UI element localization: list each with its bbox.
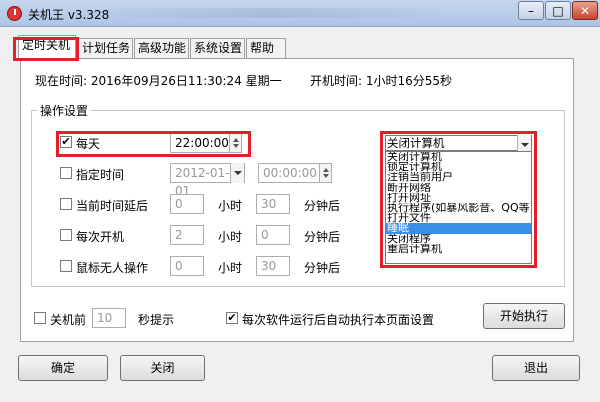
- before-shutdown-seconds-input[interactable]: 10: [92, 308, 126, 328]
- idle-minutes-input[interactable]: 30: [256, 256, 290, 276]
- boot-minutes-unit: 分钟后: [304, 230, 341, 244]
- delay-hours-unit: 小时: [218, 199, 243, 213]
- auto-apply-label: 每次软件运行后自动执行本页面设置: [242, 313, 435, 327]
- auto-apply-checkbox[interactable]: ✔: [226, 312, 238, 324]
- group-legend: 操作设置: [37, 102, 92, 119]
- start-button[interactable]: 开始执行: [483, 303, 565, 329]
- daily-row-highlight: [56, 131, 251, 157]
- current-time: 现在时间: 2016年09月26日11:30:24 星期一: [35, 74, 282, 88]
- before-shutdown-label: 关机前: [50, 313, 87, 327]
- boot-minutes-input[interactable]: 0: [256, 225, 290, 245]
- dropdown-highlight: [380, 131, 537, 268]
- power-icon: [7, 6, 22, 21]
- blurred-title-area: [90, 8, 450, 18]
- ok-button[interactable]: 确定: [18, 355, 108, 381]
- delay-hours-input[interactable]: 0: [170, 194, 204, 214]
- specific-time-checkbox[interactable]: [60, 167, 72, 179]
- boot-hours-unit: 小时: [218, 230, 243, 244]
- tab-schedule[interactable]: 计划任务: [78, 38, 133, 58]
- maximize-button[interactable]: □: [545, 1, 571, 20]
- tab-advanced[interactable]: 高级功能: [134, 38, 189, 58]
- idle-hours-input[interactable]: 0: [170, 256, 204, 276]
- seconds-hint-label: 秒提示: [138, 313, 175, 327]
- tab-help[interactable]: 帮助: [246, 38, 286, 58]
- delay-checkbox[interactable]: [60, 198, 72, 210]
- tab-highlight: [13, 37, 79, 61]
- exit-button[interactable]: 退出: [492, 355, 580, 381]
- idle-mouse-label: 鼠标无人操作: [76, 261, 149, 275]
- minimize-button[interactable]: –: [518, 1, 544, 20]
- specific-time-label: 指定时间: [76, 168, 125, 182]
- tab-system-settings[interactable]: 系统设置: [190, 38, 245, 58]
- idle-minutes-unit: 分钟后: [304, 261, 341, 275]
- delay-label: 当前时间延后: [76, 199, 149, 213]
- specific-time-spinner[interactable]: [319, 163, 332, 183]
- on-boot-checkbox[interactable]: [60, 229, 72, 241]
- idle-mouse-checkbox[interactable]: [60, 260, 72, 272]
- before-shutdown-checkbox[interactable]: [34, 312, 46, 324]
- boot-hours-input[interactable]: 2: [170, 225, 204, 245]
- delay-minutes-input[interactable]: 30: [256, 194, 290, 214]
- on-boot-label: 每次开机: [76, 230, 125, 244]
- specific-time-input[interactable]: 00:00:00: [258, 163, 320, 183]
- close-app-button[interactable]: 关闭: [120, 355, 205, 381]
- idle-hours-unit: 小时: [218, 261, 243, 275]
- delay-minutes-unit: 分钟后: [304, 199, 341, 213]
- close-button[interactable]: ✕: [572, 1, 598, 20]
- uptime: 开机时间: 1小时16分55秒: [310, 74, 453, 88]
- date-dropdown-icon[interactable]: [230, 163, 244, 183]
